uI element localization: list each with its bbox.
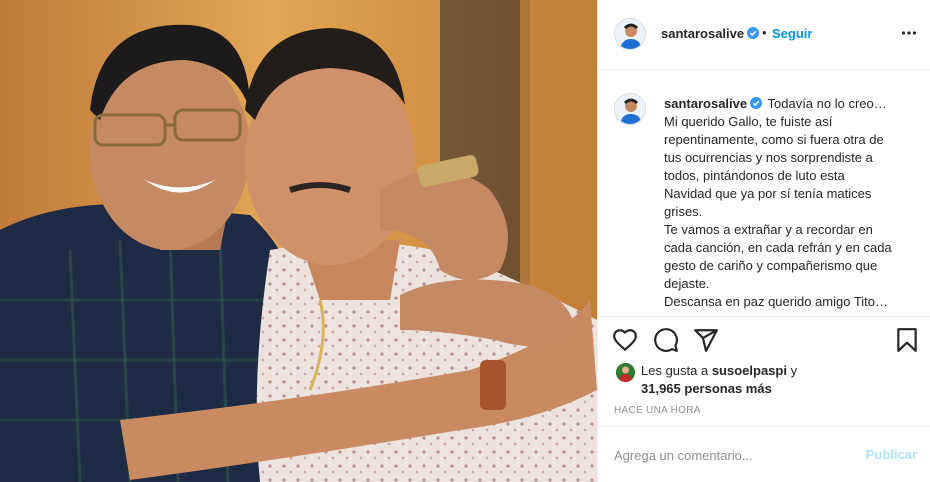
post-header: santarosalive • Seguir (598, 0, 930, 70)
comment-box: Publicar (598, 426, 930, 482)
caption-line: Descansa en paz querido amigo Tito… (664, 294, 889, 309)
profile-avatar[interactable] (614, 18, 646, 50)
verified-badge-icon (747, 27, 760, 39)
liker-username[interactable]: susoelpaspi (712, 363, 787, 378)
publish-button[interactable]: Publicar (866, 447, 917, 462)
caption-line: dejaste. (664, 276, 710, 291)
caption-line: todos, pintándonos de luto esta (664, 168, 845, 183)
photo-illustration (0, 0, 597, 482)
likes-connector: y (786, 363, 798, 378)
caption-line: gesto de cariño y compañerismo que (664, 258, 878, 273)
likes-count-link[interactable]: 31,965 personas más (641, 381, 772, 396)
caption-avatar[interactable] (614, 93, 646, 125)
separator-dot: • (762, 25, 767, 40)
caption-text: santarosalive Todavía no lo creo… Mi que… (664, 95, 922, 311)
instagram-post: santarosalive • Seguir santarosalive Tod… (0, 0, 930, 482)
caption-username-text[interactable]: santarosalive (664, 96, 747, 111)
caption-avatar-image (615, 94, 645, 124)
post-caption: santarosalive Todavía no lo creo… Mi que… (598, 71, 930, 316)
post-side-panel: santarosalive • Seguir santarosalive Tod… (597, 0, 930, 482)
avatar-image (615, 19, 645, 49)
header-username[interactable]: santarosalive (661, 26, 760, 41)
caption-line: Todavía no lo creo… (767, 96, 887, 111)
caption-line: cada canción, en cada refrán y en cada (664, 240, 892, 255)
header-username-text[interactable]: santarosalive (661, 26, 744, 41)
more-options-icon[interactable] (901, 30, 917, 36)
caption-username[interactable]: santarosalive (664, 96, 763, 111)
caption-line: repentinamente, como si fuera otra de (664, 132, 884, 147)
post-photo[interactable] (0, 0, 597, 482)
likes-line-1: Les gusta a susoelpaspi y (641, 362, 797, 380)
likes-prefix: Les gusta a (641, 363, 712, 378)
verified-badge-icon (750, 97, 763, 109)
bookmark-icon[interactable] (894, 327, 920, 353)
caption-line: grises. (664, 204, 703, 219)
caption-line: Navidad que ya por sí tenía matices (664, 186, 872, 201)
post-timestamp[interactable]: Hace una hora (614, 405, 701, 416)
liker-avatar-image (616, 363, 635, 382)
caption-line: Te vamos a extrañar y a recordar en (664, 222, 873, 237)
liker-avatar[interactable] (616, 363, 635, 382)
caption-line: Mi querido Gallo, te fuiste así (664, 114, 833, 129)
comment-input[interactable] (614, 446, 844, 464)
follow-button[interactable]: Seguir (772, 26, 812, 41)
paper-plane-icon[interactable] (693, 327, 719, 353)
post-actions: Les gusta a susoelpaspi y 31,965 persona… (598, 316, 930, 426)
likes-line-2: 31,965 personas más (641, 380, 772, 398)
heart-icon[interactable] (612, 327, 638, 353)
comment-bubble-icon[interactable] (653, 327, 679, 353)
caption-line: tus ocurrencias y nos sorprendiste a (664, 150, 873, 165)
